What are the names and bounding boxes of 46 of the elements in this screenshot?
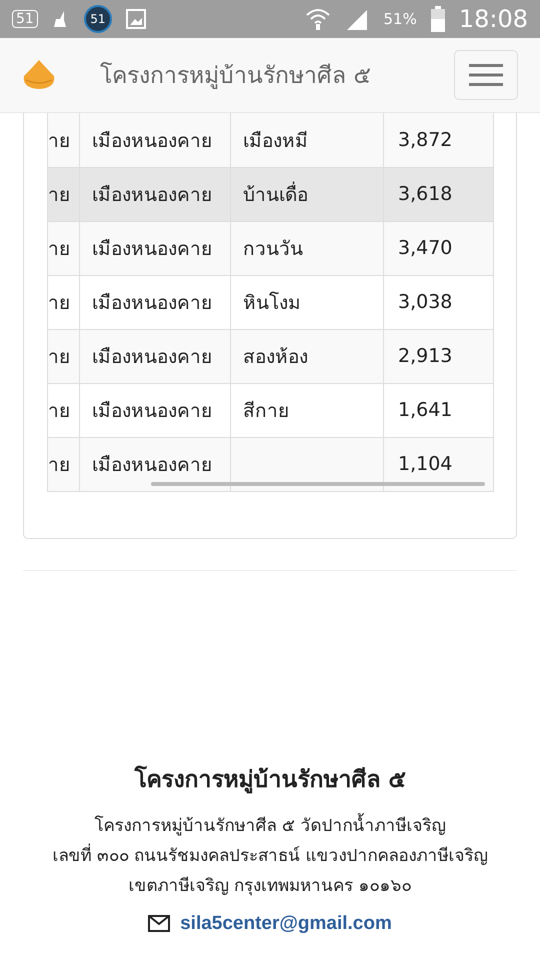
address-line: โครงการหมู่บ้านรักษาศีล ๕ วัดปากน้ำภาษีเจริญ [0, 810, 540, 840]
wifi-icon [305, 7, 332, 31]
menu-button[interactable] [454, 50, 518, 100]
scrollbar[interactable] [151, 482, 485, 486]
notification-count: 51 [12, 10, 38, 28]
table-cell: 1,104 [398, 453, 452, 475]
table-cell: 2,913 [398, 345, 452, 367]
table-cell-text: าย [48, 238, 71, 260]
address-line: เขตภาษีเจริญ กรุงเทพมหานคร ๑๐๑๖๐ [128, 874, 412, 898]
table-cell: 1,641 [398, 399, 452, 421]
address-line: เลขที่ ๓๐๐ ถนนรัชมงคลประสาธน์ แขวงปากคลองภาษีเจริญ [51, 842, 489, 868]
table-cell: เมืองหมี [243, 130, 308, 152]
lotus-logo-icon [22, 60, 56, 90]
table-cell: 3,470 [398, 237, 452, 259]
table-cell: เมืองหนองคาย [92, 130, 212, 152]
table-cell-text: าย [48, 400, 71, 422]
envelope-icon [148, 915, 170, 932]
table-cell: เมืองหนองคาย [92, 454, 212, 476]
table-cell: สีกาย [243, 400, 289, 422]
table-cell: เมืองหนองคาย [92, 238, 212, 260]
table-cell: 3,618 [398, 183, 452, 205]
email-link[interactable]: sila5center@gmail.com [180, 912, 392, 934]
battery-icon [430, 6, 445, 32]
table-cell-text: าย [48, 184, 71, 206]
clock: 18:08 [458, 5, 528, 33]
footer-title: โครงการหมู่บ้านรักษาศีล ๕ [133, 764, 406, 796]
table-cell-text: าย [48, 454, 71, 476]
table-cell: 3,872 [398, 128, 452, 151]
table-cell: เมืองหนองคาย [92, 292, 212, 314]
table-cell-text: าย [48, 292, 71, 314]
table-cell: 3,038 [398, 291, 452, 313]
battery-percent: 51% [383, 10, 417, 28]
table-cell: สองห้อง [243, 346, 308, 368]
table-cell: เมืองหนองคาย [92, 184, 212, 206]
table-cell: เมืองหนองคาย [92, 400, 212, 422]
table-cell: กวนวัน [243, 238, 303, 260]
signal-icon [345, 8, 370, 30]
table-cell-text: าย [48, 130, 71, 152]
menu-icon [469, 63, 503, 87]
table-cell: หินโงม [243, 292, 301, 314]
app-badge: 51 [84, 5, 112, 33]
image-icon [126, 9, 146, 29]
table-cell: บ้านเดื่อ [243, 184, 308, 206]
table-cell: เมืองหนองคาย [92, 346, 212, 368]
site-title[interactable]: โครงการหมู่บ้านรักษาศีล ๕ [100, 57, 454, 93]
table-cell-text: าย [48, 346, 71, 368]
